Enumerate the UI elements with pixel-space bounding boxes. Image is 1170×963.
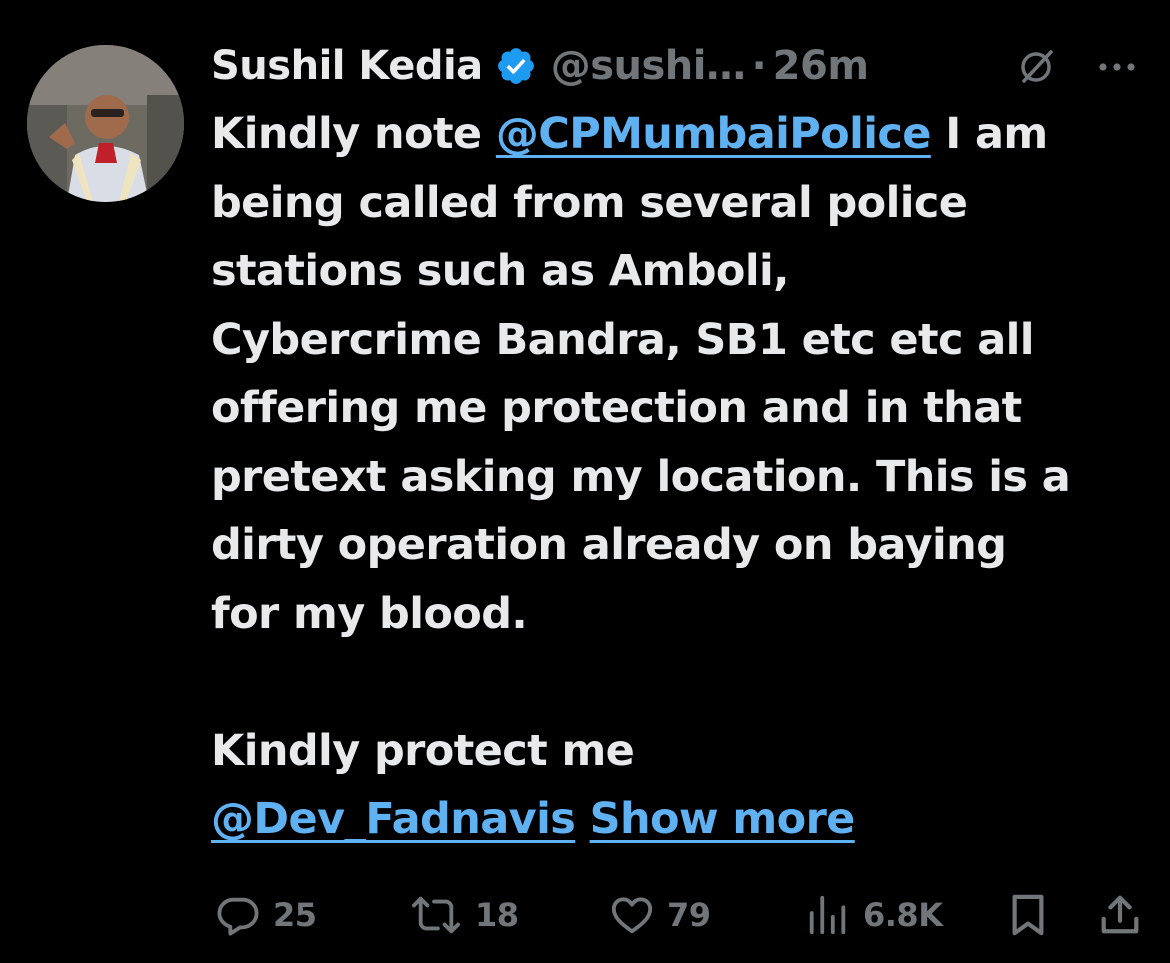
tweet-text-segment — [575, 794, 589, 844]
bookmark-icon — [1007, 892, 1049, 938]
tweet-text-segment: Cybercrime Bandra, SB1 etc etc all — [211, 314, 1035, 365]
author-handle[interactable]: @sushi… — [551, 38, 746, 94]
show-more-link[interactable]: Show more — [590, 794, 856, 844]
retweet-icon — [409, 892, 463, 938]
tweet-text-segment: being called from several police — [211, 177, 968, 228]
reply-count: 25 — [273, 896, 317, 934]
tweet-line: Kindly note @CPMumbaiPolice I am — [211, 100, 1156, 169]
like-button[interactable]: 79 — [609, 885, 711, 945]
separator-dot: · — [751, 43, 767, 89]
tweet-text-segment: dirty operation already on baying — [211, 520, 1007, 570]
verified-badge-icon — [495, 45, 537, 87]
tweet-text-segment: Kindly protect me — [211, 725, 635, 776]
tweet-line: dirty operation already on baying — [211, 511, 1156, 580]
share-icon — [1097, 892, 1143, 938]
tweet-header: Sushil Kedia @sushi… · 26m — [211, 38, 1151, 94]
tweet-line: for my blood. — [211, 580, 1156, 649]
retweet-count: 18 — [475, 896, 519, 934]
tweet-line: Cybercrime Bandra, SB1 etc etc all — [211, 306, 1156, 375]
mention-link[interactable]: @CPMumbaiPolice — [496, 109, 932, 159]
bookmark-button[interactable] — [1007, 885, 1049, 945]
reply-button[interactable]: 25 — [215, 885, 317, 945]
heart-icon — [609, 892, 655, 938]
like-count: 79 — [667, 896, 711, 934]
action-bar: 25 18 79 6.8K — [211, 885, 1151, 945]
views-icon — [805, 892, 851, 938]
views-button[interactable]: 6.8K — [805, 885, 943, 945]
reply-icon — [215, 892, 261, 938]
tweet-line: being called from several police — [211, 169, 1156, 238]
tweet-text-segment: stations such as Amboli, — [211, 246, 789, 296]
tweet-text-segment: I am — [930, 109, 1048, 159]
tweet-line: Kindly protect me — [211, 717, 1156, 786]
tweet-text: Kindly note @CPMumbaiPolice I am being ca… — [211, 100, 1156, 854]
retweet-button[interactable]: 18 — [409, 885, 519, 945]
share-button[interactable] — [1097, 885, 1143, 945]
tweet-line: @Dev_Fadnavis Show more — [211, 785, 1156, 854]
tweet-line: stations such as Amboli, — [211, 237, 1156, 306]
tweet-line: pretext asking my location. This is a — [211, 443, 1156, 512]
tweet-text-segment: Kindly note — [211, 109, 496, 159]
tweet-text-segment: for my blood. — [211, 588, 528, 639]
tweet-text-segment: pretext asking my location. This is a — [211, 451, 1071, 502]
avatar[interactable] — [27, 45, 184, 202]
grok-icon[interactable] — [1017, 48, 1055, 86]
author-name[interactable]: Sushil Kedia — [211, 38, 483, 94]
tweet-line: offering me protection and in that — [211, 374, 1156, 443]
tweet[interactable]: Sushil Kedia @sushi… · 26m Kindly note @… — [0, 0, 1170, 963]
mention-link[interactable]: @Dev_Fadnavis — [211, 794, 576, 844]
post-time[interactable]: 26m — [773, 38, 869, 94]
view-count: 6.8K — [863, 896, 943, 934]
tweet-text-segment: offering me protection and in that — [211, 383, 1022, 433]
more-icon[interactable] — [1093, 48, 1141, 86]
